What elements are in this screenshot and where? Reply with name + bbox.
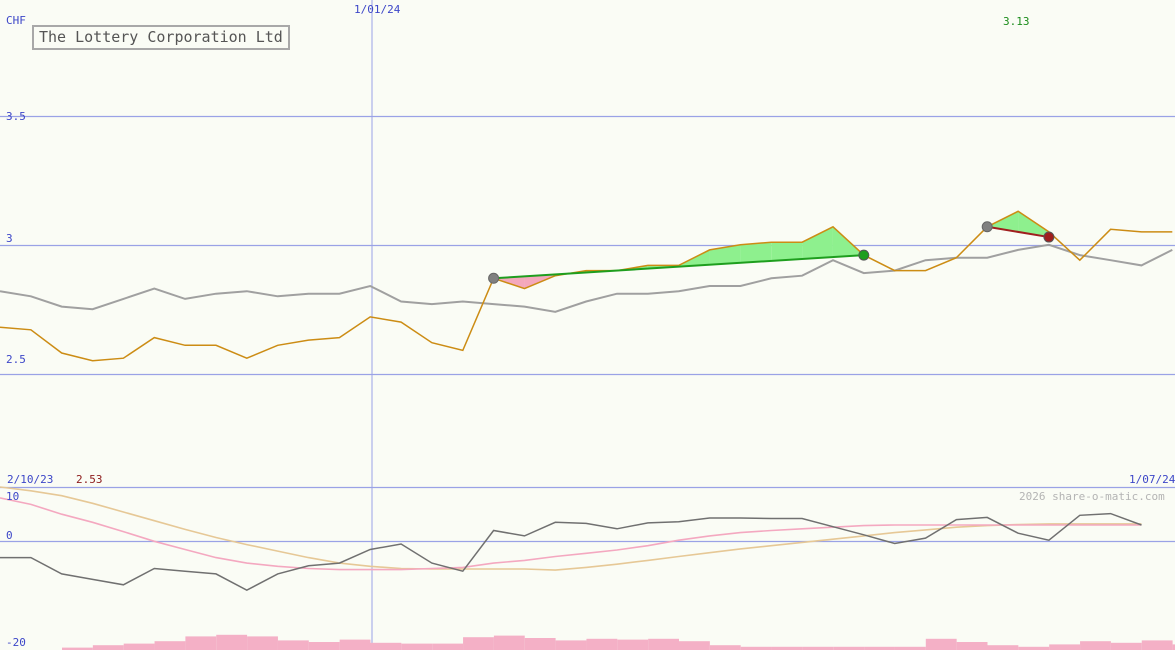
volume-bar [709, 645, 741, 650]
volume-bar [493, 635, 525, 650]
volume-bar [524, 638, 556, 650]
y-tick-label: 3.5 [6, 110, 26, 123]
volume-bar [987, 645, 1019, 650]
indicator-tick-label: 10 [6, 490, 20, 503]
chart-stage: CHF The Lottery Corporation Ltd 1/01/24 … [0, 0, 1175, 650]
trade-entry-marker [981, 221, 993, 233]
volume-bar [1141, 640, 1173, 650]
volume-bar [648, 638, 679, 650]
volume-bar [216, 634, 248, 650]
trade-entry-marker [488, 272, 500, 284]
y-tick-label: 2.5 [6, 353, 26, 366]
volume-bar [1049, 644, 1081, 650]
low-value-label: 2.53 [76, 473, 103, 486]
volume-bar [247, 636, 278, 650]
currency-label: CHF [6, 14, 26, 27]
volume-bar [154, 641, 186, 650]
trade-exit-marker [858, 249, 870, 261]
volume-bar [308, 642, 340, 650]
volume-bar [956, 642, 988, 650]
volume-bar [92, 645, 124, 650]
x-label-end: 1/07/24 [1129, 473, 1175, 486]
volume-bar [370, 642, 402, 650]
volume-bar [432, 643, 464, 650]
volume-bar [277, 640, 309, 650]
price-chart [0, 0, 1175, 650]
volume-bar [925, 638, 957, 650]
high-value-label: 3.13 [1003, 15, 1030, 28]
volume-bar [123, 643, 155, 650]
watermark: 2026 share-o-matic.com [1019, 490, 1165, 503]
trade-gain-area [771, 242, 803, 261]
volume-bar [401, 643, 433, 650]
x-label-mid: 1/01/24 [354, 3, 401, 16]
volume-bar [339, 639, 371, 650]
trade-exit-marker [1043, 231, 1055, 243]
indicator-tick-label: 0 [6, 529, 13, 542]
volume-bar [185, 636, 217, 650]
volume-bar [463, 637, 494, 650]
chart-title: The Lottery Corporation Ltd [32, 25, 290, 50]
volume-bar [617, 639, 649, 650]
volume-bar [555, 640, 587, 650]
indicator-tick-label: -20 [6, 636, 26, 649]
volume-bar [1080, 641, 1111, 650]
trade-gain-area [740, 242, 772, 263]
volume-bar [586, 638, 618, 650]
volume-bar [1110, 642, 1142, 650]
y-tick-label: 3 [6, 232, 13, 245]
volume-bar [679, 641, 710, 650]
x-label-start: 2/10/23 [7, 473, 54, 486]
